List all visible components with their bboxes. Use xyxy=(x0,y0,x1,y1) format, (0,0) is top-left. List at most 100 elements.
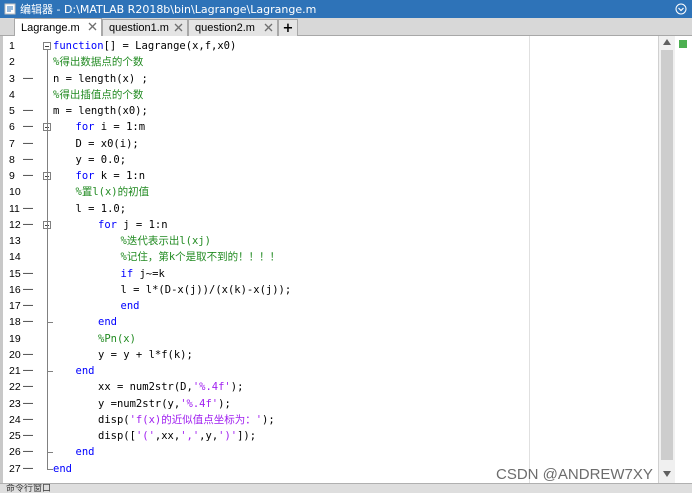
fold-toggle-icon[interactable] xyxy=(43,42,51,50)
breakpoint-marker[interactable]: — xyxy=(23,152,33,168)
code-line[interactable]: y = 0.0; xyxy=(76,152,127,168)
breakpoint-marker[interactable]: — xyxy=(23,444,33,460)
breakpoint-marker[interactable] xyxy=(23,38,31,54)
keyword-token: for xyxy=(98,218,117,231)
code-token: y = y + l*f(k); xyxy=(98,348,193,361)
code-editor[interactable]: 1 2 3—4 5—6—7—8—9—10 11—12—13 14 15—16—17—18—1… xyxy=(0,36,692,483)
code-line[interactable]: m = length(x0); xyxy=(53,103,148,119)
tab-label: question2.m xyxy=(195,22,255,34)
code-line[interactable]: %得出数据点的个数 xyxy=(53,54,143,70)
code-line[interactable]: l = l*(D-x(j))/(x(k)-x(j)); xyxy=(121,282,292,298)
code-token: ); xyxy=(218,397,231,410)
breakpoint-marker[interactable] xyxy=(23,184,31,200)
editor-title-bar: 编辑器 - D:\MATLAB R2018b\bin\Lagrange\Lagr… xyxy=(0,0,692,18)
breakpoint-marker[interactable]: — xyxy=(23,347,33,363)
code-line[interactable]: function[] = Lagrange(x,f,x0) xyxy=(53,38,236,54)
breakpoint-marker[interactable]: — xyxy=(23,363,33,379)
breakpoint-marker[interactable]: — xyxy=(23,168,33,184)
code-line[interactable]: for k = 1:n xyxy=(76,168,146,184)
breakpoint-marker[interactable]: — xyxy=(23,379,33,395)
code-line[interactable]: %Pn(x) xyxy=(98,331,136,347)
breakpoint-marker[interactable]: — xyxy=(23,217,33,233)
code-line[interactable]: y =num2str(y,'%.4f'); xyxy=(98,396,231,412)
breakpoint-marker[interactable]: — xyxy=(23,412,33,428)
code-line[interactable]: end xyxy=(76,363,95,379)
breakpoint-marker[interactable] xyxy=(23,331,31,347)
code-line[interactable]: end xyxy=(53,461,72,477)
breakpoint-marker[interactable]: — xyxy=(23,298,33,314)
code-line[interactable]: for i = 1:m xyxy=(76,119,146,135)
watermark: CSDN @ANDREW7XY xyxy=(496,466,653,483)
tab-lagrange[interactable]: Lagrange.m xyxy=(14,18,102,36)
string-token: ')' xyxy=(218,430,238,442)
breakpoint-marker[interactable] xyxy=(23,54,31,70)
tab-question2[interactable]: question2.m xyxy=(188,19,278,36)
breakpoint-marker[interactable]: — xyxy=(23,136,33,152)
breakpoint-marker[interactable]: — xyxy=(23,119,33,135)
breakpoint-marker[interactable]: — xyxy=(23,282,33,298)
command-window-header[interactable]: 命令行窗口 xyxy=(0,483,692,494)
code-line[interactable]: %记住，第k个是取不到的！！！！ xyxy=(121,249,281,265)
code-line[interactable]: n = length(x) ; xyxy=(53,71,148,87)
code-line[interactable]: disp('f(x)的近似值点坐标为：'); xyxy=(98,412,275,428)
code-token: D = x0(i); xyxy=(75,137,139,150)
code-text-area[interactable]: function[] = Lagrange(x,f,x0) %得出数据点的个数 n … xyxy=(53,36,658,483)
breakpoint-marker[interactable]: — xyxy=(23,103,33,119)
breakpoint-marker[interactable]: — xyxy=(23,461,33,477)
code-line[interactable]: end xyxy=(121,298,140,314)
code-line[interactable]: %迭代表示出l(xj) xyxy=(121,233,211,249)
tab-label: question1.m xyxy=(109,22,169,34)
scroll-up-arrow-icon[interactable] xyxy=(662,38,672,46)
file-tab-bar: Lagrange.m question1.m question2.m + xyxy=(0,18,692,36)
string-token: '(' xyxy=(135,430,155,442)
code-line[interactable]: for j = 1:n xyxy=(98,217,168,233)
code-analyzer-status-icon[interactable] xyxy=(679,40,687,48)
breakpoint-marker[interactable] xyxy=(23,87,31,103)
code-line[interactable]: end xyxy=(98,314,117,330)
circle-chevron-down-icon xyxy=(675,3,687,15)
breakpoint-marker[interactable]: — xyxy=(23,314,33,330)
breakpoint-marker[interactable] xyxy=(23,233,31,249)
close-icon[interactable] xyxy=(88,22,97,31)
line-number-gutter: 1 2 3—4 5—6—7—8—9—10 11—12—13 14 15—16—17—18—1… xyxy=(3,36,53,483)
code-token: ); xyxy=(262,413,275,426)
close-icon[interactable] xyxy=(174,23,183,32)
scrollbar-thumb[interactable] xyxy=(661,50,673,460)
string-token: '%.4f' xyxy=(192,381,231,394)
code-line[interactable]: %置l(x)的初值 xyxy=(76,184,150,200)
breakpoint-marker[interactable] xyxy=(23,249,31,265)
code-token: l = 1.0; xyxy=(75,202,127,215)
comment-token: %迭代表示出l(xj) xyxy=(120,235,211,247)
panel-menu-button[interactable] xyxy=(674,2,688,16)
window-title: 编辑器 - D:\MATLAB R2018b\bin\Lagrange\Lagr… xyxy=(20,3,317,16)
code-line[interactable]: D = x0(i); xyxy=(76,136,139,152)
string-token: ',' xyxy=(180,430,200,442)
string-token: 'f(x)的近似值点坐标为：' xyxy=(129,413,263,426)
tab-question1[interactable]: question1.m xyxy=(102,19,188,36)
right-margin-guide xyxy=(529,36,530,483)
code-line[interactable]: if j~=k xyxy=(121,266,165,282)
breakpoint-marker[interactable]: — xyxy=(23,266,33,282)
breakpoint-marker[interactable]: — xyxy=(23,428,33,444)
vertical-scrollbar[interactable] xyxy=(658,36,675,483)
comment-token: %记住，第k个是取不到的！！！！ xyxy=(120,251,281,264)
code-line[interactable]: y = y + l*f(k); xyxy=(98,347,193,363)
code-line[interactable]: xx = num2str(D,'%.4f'); xyxy=(98,379,243,395)
breakpoint-marker[interactable]: — xyxy=(23,201,33,217)
code-token: ,y, xyxy=(199,430,219,442)
new-tab-button[interactable]: + xyxy=(278,19,298,36)
keyword-token: function xyxy=(53,40,104,52)
close-icon[interactable] xyxy=(264,23,273,32)
code-line[interactable]: end xyxy=(76,444,95,460)
breakpoint-marker[interactable]: — xyxy=(23,71,33,87)
editor-app-icon xyxy=(4,3,16,15)
comment-token: %Pn(x) xyxy=(98,332,136,345)
code-line[interactable]: l = 1.0; xyxy=(76,201,127,217)
code-token: ,xx, xyxy=(154,430,181,442)
code-token: disp([ xyxy=(98,430,136,442)
code-line[interactable]: %得出插值点的个数 xyxy=(53,87,143,103)
scroll-down-arrow-icon[interactable] xyxy=(662,470,672,478)
breakpoint-marker[interactable]: — xyxy=(23,396,33,412)
code-token: [] = Lagrange(x,f,x0) xyxy=(103,40,237,52)
code-line[interactable]: disp(['(',xx,',',y,')']); xyxy=(98,428,256,444)
